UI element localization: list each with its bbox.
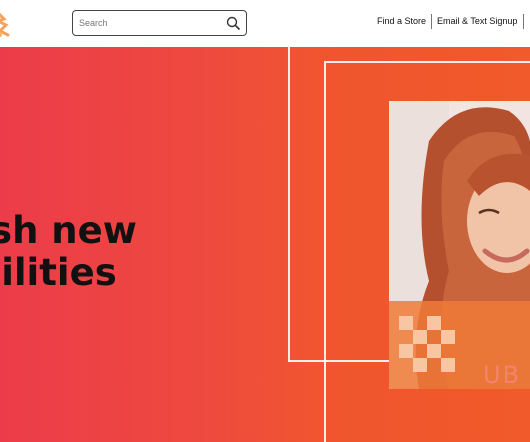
brand-logo[interactable] [0,9,12,39]
site-header: Find a Store Email & Text Signup [0,0,530,47]
hero-banner[interactable]: eash new sibilities UB [0,47,530,442]
search-box [72,10,247,36]
photo-caption-text: UB [483,361,522,389]
email-text-signup-link[interactable]: Email & Text Signup [437,16,517,26]
hero-headline: eash new sibilities [0,210,280,294]
logo-mark-icon [0,12,10,37]
find-a-store-link[interactable]: Find a Store [377,16,426,26]
hero-headline-line-2: sibilities [0,251,117,294]
hero-headline-line-1: eash new [0,209,137,252]
nav-divider [431,14,432,29]
search-input[interactable] [79,14,219,32]
search-icon[interactable] [226,16,240,30]
nav-divider [523,14,524,29]
portrait-image [389,101,530,389]
hero-photo: UB [389,101,530,389]
